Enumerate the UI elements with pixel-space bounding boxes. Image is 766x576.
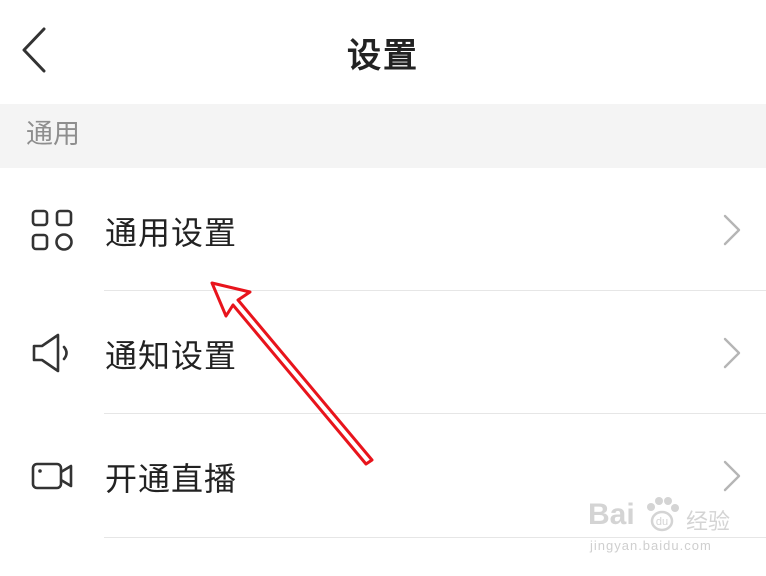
settings-row-live[interactable]: 开通直播	[0, 414, 766, 537]
row-label: 通用设置	[105, 214, 238, 252]
chevron-right-icon	[723, 460, 741, 492]
chevron-right-icon	[723, 337, 741, 369]
page-title: 设置	[347, 36, 419, 76]
row-label: 开通直播	[105, 460, 238, 498]
chevron-right-icon	[723, 214, 741, 246]
speaker-icon	[32, 333, 68, 373]
grid-icon	[31, 209, 73, 251]
settings-row-general[interactable]: 通用设置	[0, 168, 766, 291]
row-divider	[104, 537, 766, 538]
watermark-url: jingyan.baidu.com	[590, 538, 712, 553]
settings-row-notification[interactable]: 通知设置	[0, 291, 766, 414]
section-label: 通用	[26, 119, 80, 150]
video-camera-icon	[31, 462, 73, 490]
header-bar: 设置	[0, 0, 766, 104]
section-header: 通用	[0, 104, 766, 168]
row-label: 通知设置	[105, 337, 238, 375]
